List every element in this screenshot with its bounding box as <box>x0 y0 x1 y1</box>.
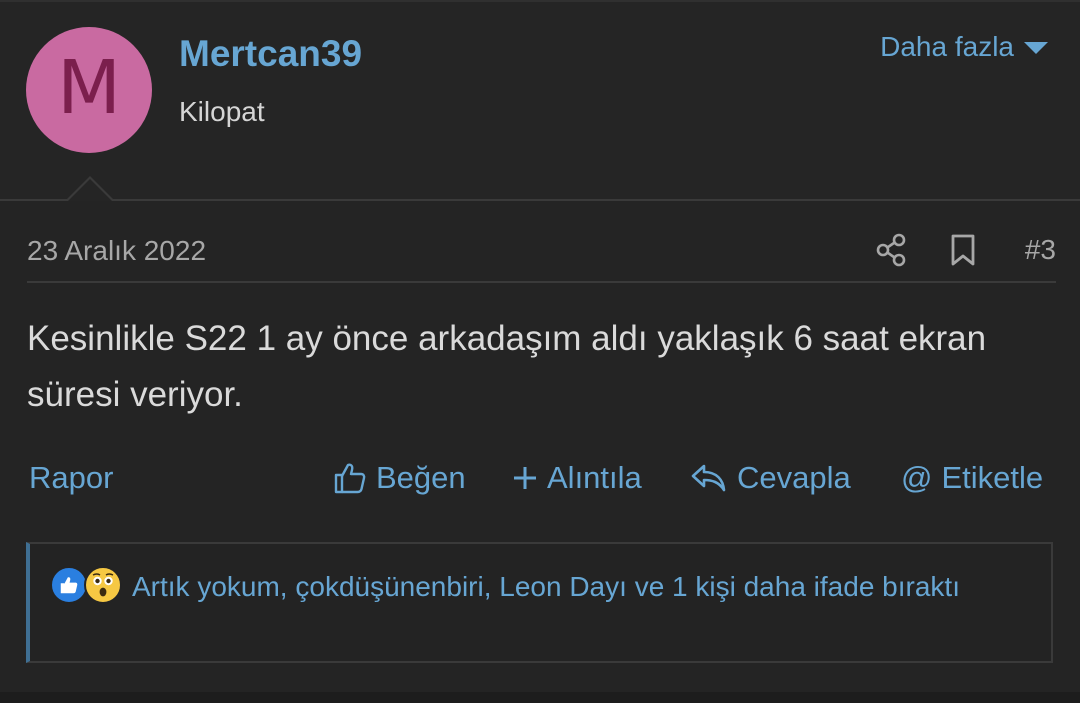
reactions-bar[interactable]: Artık yokum, çokdüşünenbiri, Leon Dayı v… <box>26 542 1053 663</box>
caret-down-icon <box>1024 42 1048 54</box>
post-date[interactable]: 23 Aralık 2022 <box>27 235 206 267</box>
more-menu-button[interactable]: Daha fazla <box>880 31 1048 63</box>
bottom-strip <box>0 692 1080 703</box>
avatar-letter: M <box>57 45 121 131</box>
reply-button[interactable]: Cevapla <box>690 460 851 496</box>
bookmark-icon[interactable] <box>943 228 983 272</box>
reply-label: Cevapla <box>737 460 851 495</box>
thumbs-up-icon <box>334 463 366 494</box>
like-label: Beğen <box>376 460 466 495</box>
plus-icon <box>514 467 536 489</box>
more-label: Daha fazla <box>880 31 1014 62</box>
quote-label: Alıntıla <box>547 460 642 495</box>
report-button[interactable]: Rapor <box>29 460 113 496</box>
reply-icon <box>691 464 726 492</box>
tag-label: Etiketle <box>941 460 1044 495</box>
post-number[interactable]: #3 <box>1025 234 1056 266</box>
divider <box>0 199 1080 201</box>
post-body: Kesinlikle S22 1 ay önce arkadaşım aldı … <box>27 319 987 414</box>
avatar[interactable]: M <box>26 27 152 153</box>
quote-button[interactable]: Alıntıla <box>512 460 642 496</box>
username-link[interactable]: Mertcan39 <box>179 33 362 75</box>
like-button[interactable]: Beğen <box>333 460 466 496</box>
post-meta-icons: #3 <box>871 228 1056 272</box>
meta-divider <box>27 281 1056 283</box>
pointer-arrow-inner <box>68 179 112 201</box>
user-title: Kilopat <box>179 96 265 127</box>
top-border <box>0 0 1080 2</box>
share-icon[interactable] <box>871 228 911 272</box>
tag-button[interactable]: @ Etiketle <box>901 460 1043 496</box>
reaction-summary[interactable]: Artık yokum, çokdüşünenbiri, Leon Dayı v… <box>48 564 1038 609</box>
post-actions: Rapor Beğen Alıntıla Cevapla @ Etiketle <box>0 455 1080 505</box>
report-label: Rapor <box>29 460 114 495</box>
at-icon: @ <box>901 460 933 495</box>
post-container: M Mertcan39 Kilopat Daha fazla 23 Aralık… <box>0 0 1080 703</box>
